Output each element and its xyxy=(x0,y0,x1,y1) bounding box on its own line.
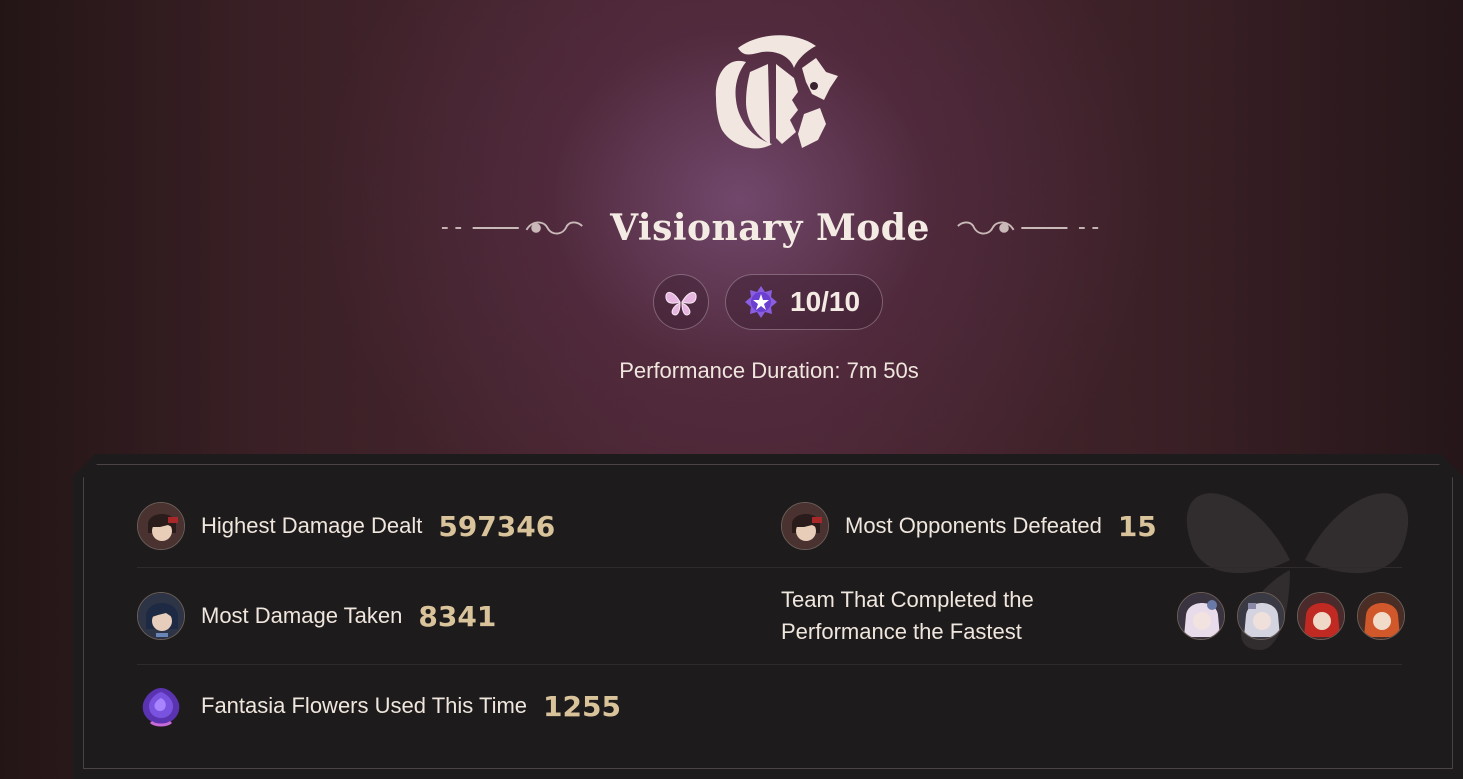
progress-badge: 10/10 xyxy=(725,274,883,330)
row-divider xyxy=(137,664,1402,665)
stat-label: Most Damage Taken xyxy=(201,603,403,628)
title-row: Visionary Mode xyxy=(440,200,1100,256)
theater-mask-emblem-icon xyxy=(715,35,838,149)
character-avatar xyxy=(137,592,185,640)
character-avatar xyxy=(1177,592,1225,640)
star-medal-icon xyxy=(745,286,777,318)
character-avatar xyxy=(1237,592,1285,640)
most-defeated-stat: Most Opponents Defeated 15 xyxy=(781,502,1157,550)
stat-label: Fantasia Flowers Used This Time xyxy=(201,693,528,718)
badges: 10/10 xyxy=(653,274,883,330)
row-divider xyxy=(137,567,1402,568)
character-avatar xyxy=(137,502,185,550)
stat-value: 15 xyxy=(1117,509,1157,543)
stat-label: Most Opponents Defeated xyxy=(845,513,1102,538)
fastest-team-label: Team That Completed the Performance the … xyxy=(781,587,1034,644)
fastest-team-avatars xyxy=(1177,592,1405,640)
fantasia-flowers-stat: Fantasia Flowers Used This Time 1255 xyxy=(137,682,621,730)
stat-label: Highest Damage Dealt xyxy=(201,513,423,538)
stat-value: 1255 xyxy=(543,689,621,723)
character-avatar xyxy=(1297,592,1345,640)
page-title: Visionary Mode xyxy=(610,207,930,249)
progress-text: 10/10 xyxy=(790,286,861,317)
stat-value: 8341 xyxy=(418,599,497,633)
fantasia-flower-icon xyxy=(142,688,180,727)
stat-value: 597346 xyxy=(438,509,556,543)
highest-damage-stat: Highest Damage Dealt 597346 xyxy=(137,502,555,550)
character-avatar xyxy=(781,502,829,550)
damage-taken-stat: Most Damage Taken 8341 xyxy=(137,592,496,640)
left-flourish-icon xyxy=(441,221,583,235)
character-avatar xyxy=(1357,592,1405,640)
butterfly-icon xyxy=(665,292,697,316)
performance-duration: Performance Duration: 7m 50s xyxy=(619,358,919,383)
butterfly-badge xyxy=(653,274,709,330)
right-flourish-icon xyxy=(957,221,1099,235)
